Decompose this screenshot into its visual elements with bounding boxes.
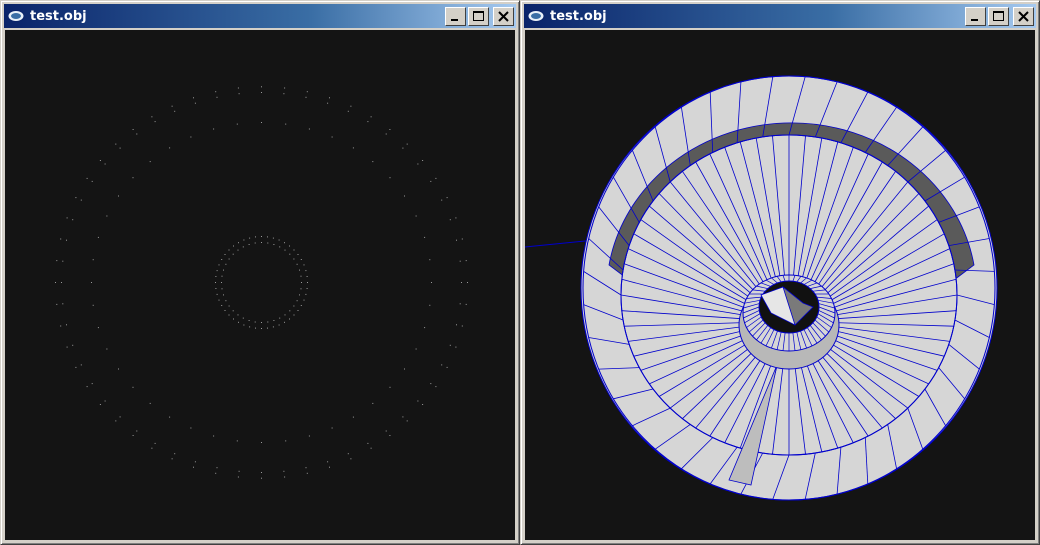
point-cloud-render xyxy=(55,86,468,479)
minimize-icon xyxy=(971,18,978,21)
close-icon xyxy=(498,10,509,22)
vertex-points xyxy=(55,86,468,479)
maximize-icon xyxy=(473,10,484,21)
hub xyxy=(738,274,840,370)
close-icon xyxy=(1018,10,1029,22)
app-icon xyxy=(7,10,25,22)
viewer-window-right[interactable]: test.obj xyxy=(520,0,1040,545)
window-title: test.obj xyxy=(30,8,87,24)
close-button[interactable] xyxy=(493,6,514,26)
maximize-button[interactable] xyxy=(988,6,1009,26)
maximize-icon xyxy=(993,10,1004,21)
app-icon xyxy=(527,10,545,22)
viewer-window-left[interactable]: test.obj xyxy=(0,0,520,545)
viewport-canvas[interactable] xyxy=(525,30,1035,540)
title-bar[interactable]: test.obj xyxy=(4,4,516,28)
close-button[interactable] xyxy=(1013,6,1034,26)
title-bar[interactable]: test.obj xyxy=(524,4,1036,28)
minimize-icon xyxy=(451,18,458,21)
viewport-canvas[interactable] xyxy=(5,30,515,540)
mesh-render xyxy=(525,75,998,501)
minimize-button[interactable] xyxy=(965,6,986,26)
window-title: test.obj xyxy=(550,8,607,24)
minimize-button[interactable] xyxy=(445,6,466,26)
maximize-button[interactable] xyxy=(468,6,489,26)
mesh-geometry xyxy=(525,75,998,501)
